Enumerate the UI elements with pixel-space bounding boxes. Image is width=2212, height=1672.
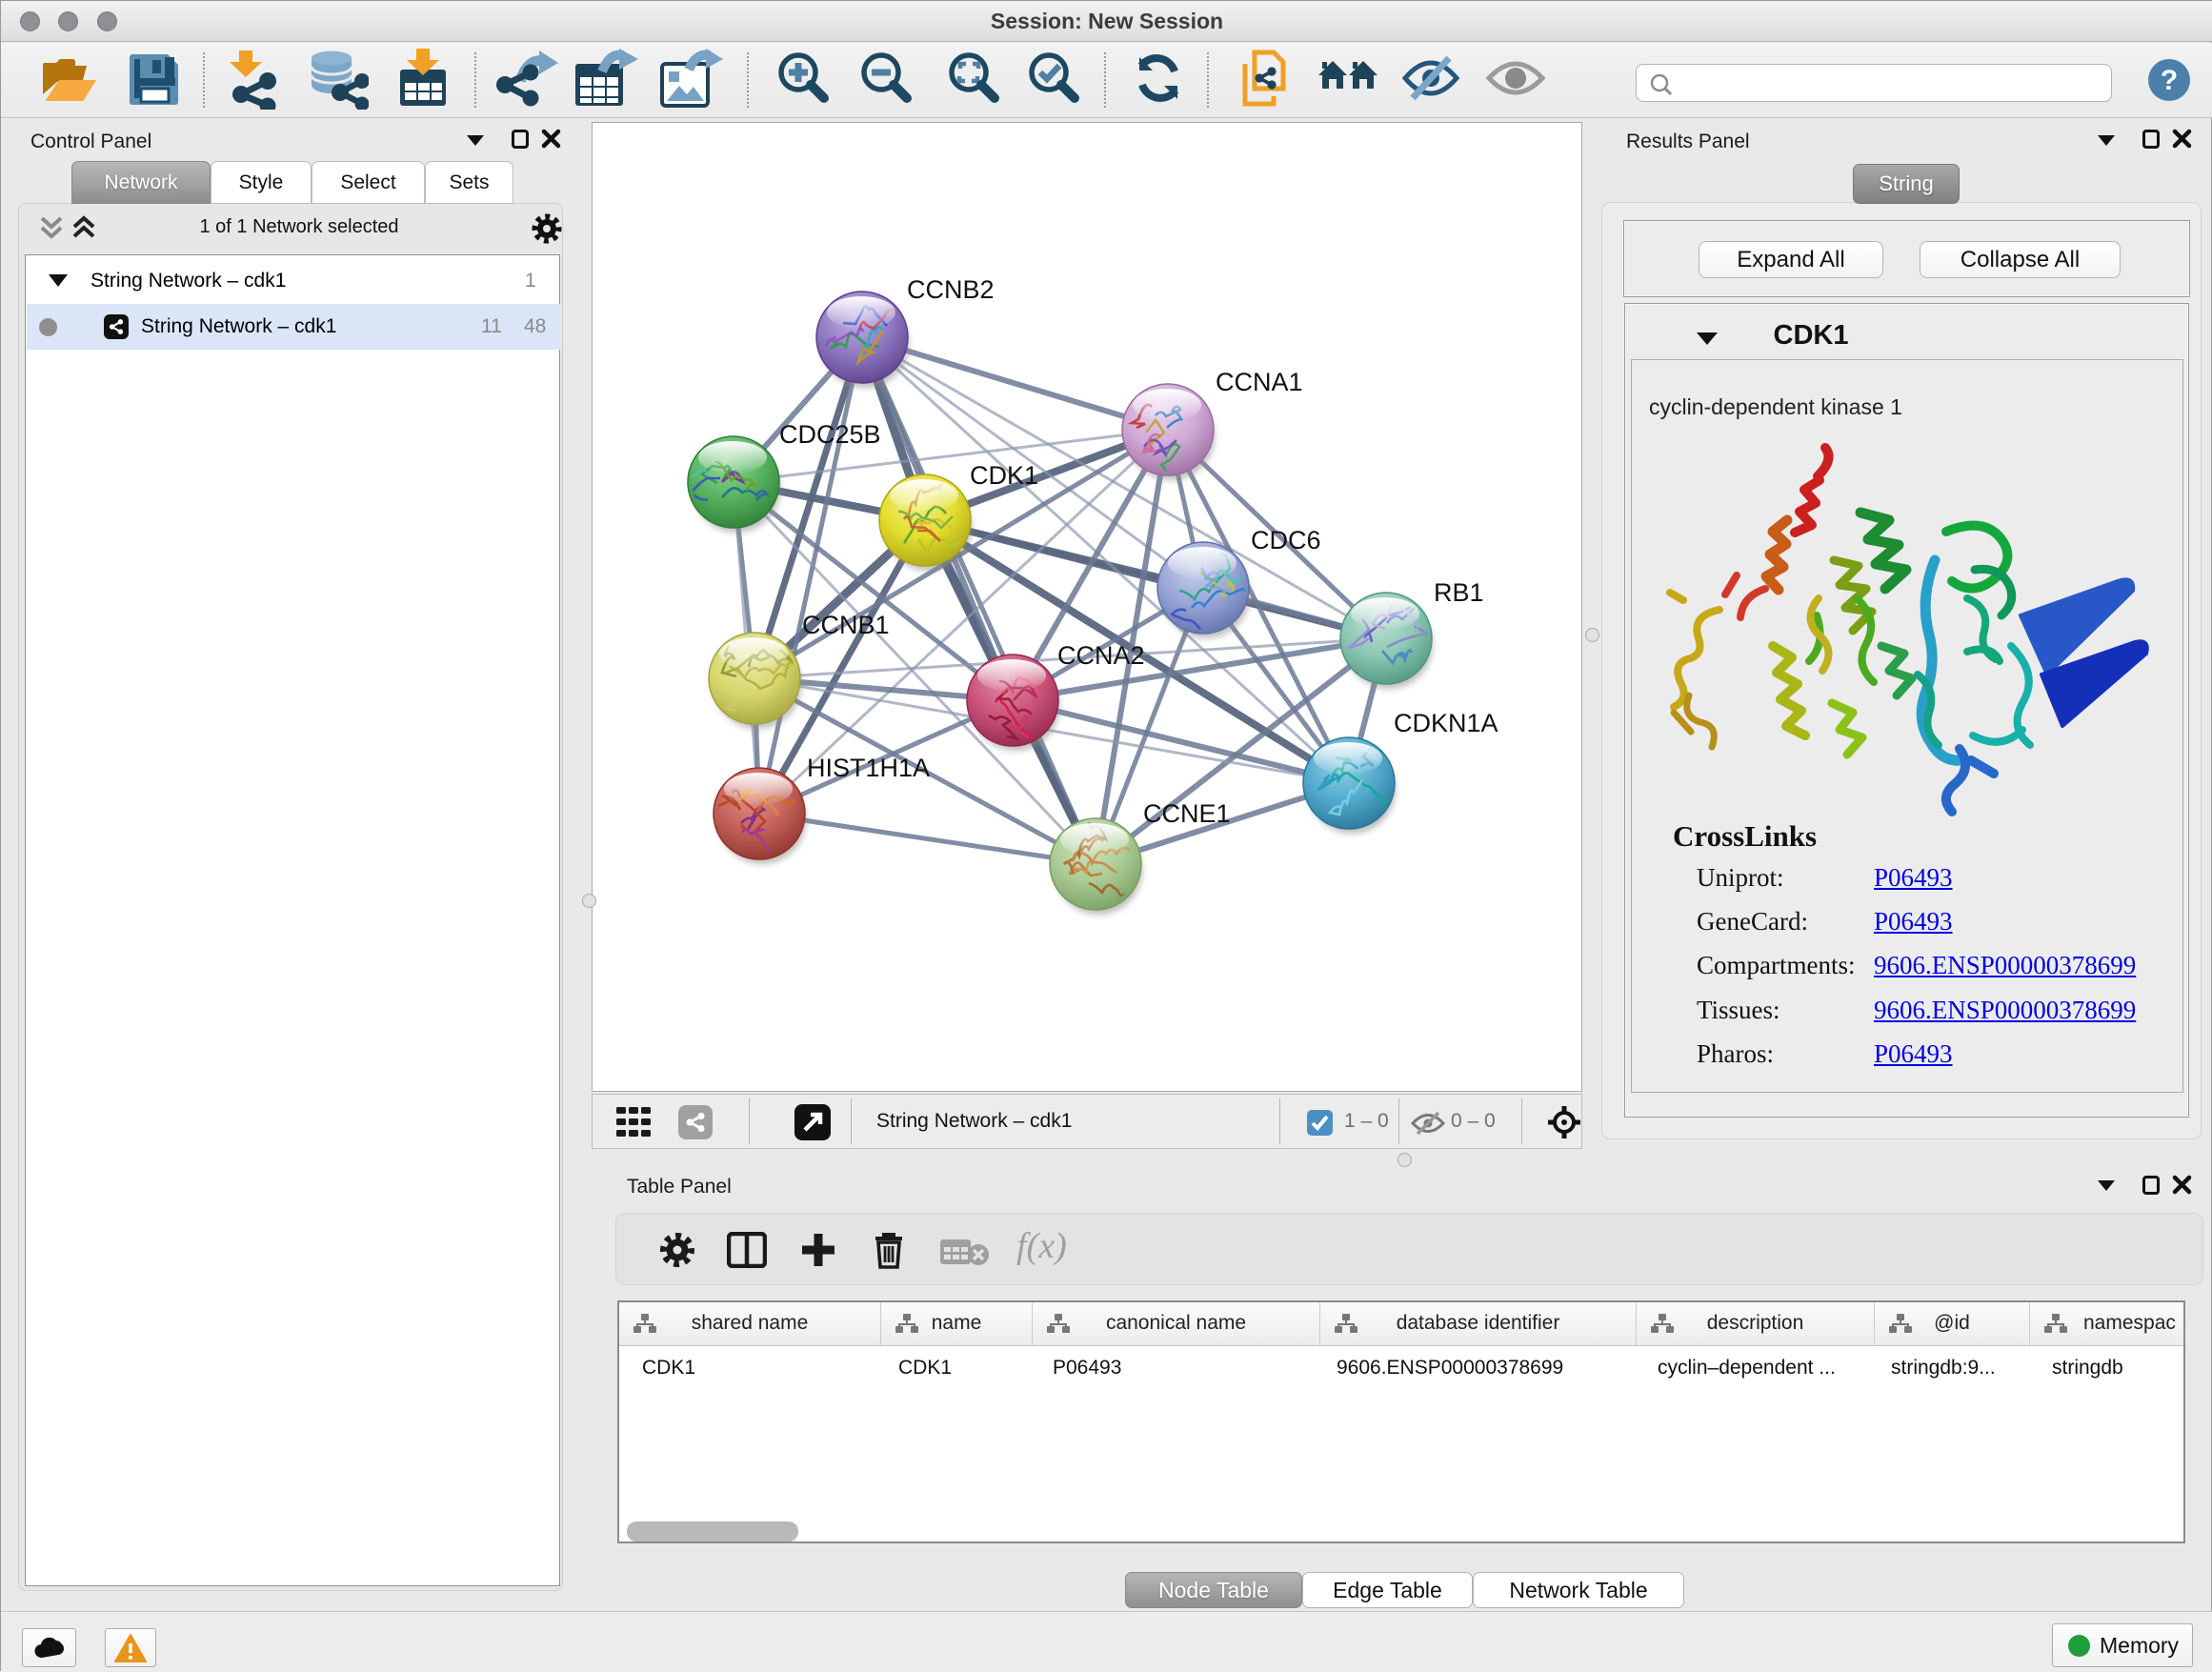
svg-text:CCNA2: CCNA2 xyxy=(1057,641,1145,670)
svg-text:CCNB1: CCNB1 xyxy=(802,611,890,639)
svg-text:?: ? xyxy=(2161,65,2178,96)
svg-text:CDK1: CDK1 xyxy=(970,461,1038,490)
svg-text:CDKN1A: CDKN1A xyxy=(1394,709,1498,737)
svg-text:CDC25B: CDC25B xyxy=(779,420,881,449)
svg-text:CDC6: CDC6 xyxy=(1251,526,1321,554)
svg-text:CCNB2: CCNB2 xyxy=(907,275,995,304)
svg-text:RB1: RB1 xyxy=(1434,578,1484,607)
svg-text:CCNA1: CCNA1 xyxy=(1216,368,1303,396)
svg-text:CCNE1: CCNE1 xyxy=(1143,799,1231,828)
svg-text:HIST1H1A: HIST1H1A xyxy=(807,754,930,782)
